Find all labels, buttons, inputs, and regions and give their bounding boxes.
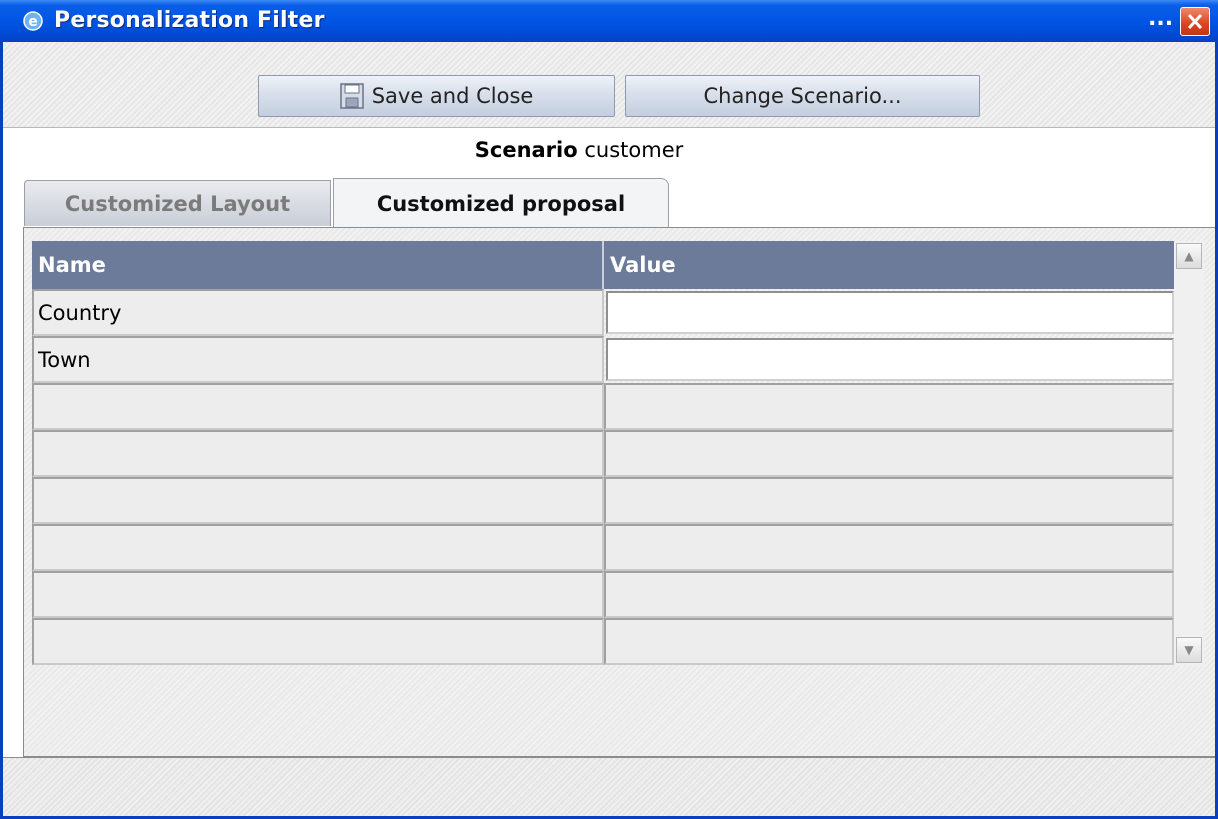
row-name-cell	[32, 571, 604, 618]
save-and-close-label: Save and Close	[371, 84, 534, 108]
scenario-label: Scenario	[474, 138, 578, 162]
tab-panel: Name Value Country Town ▲ ▼	[23, 227, 1215, 757]
personalization-grid: Name Value Country Town	[32, 241, 1174, 665]
title-overflow-dots[interactable]: ...	[1148, 6, 1173, 31]
row-value-cell	[604, 618, 1174, 665]
row-value-cell	[604, 571, 1174, 618]
table-row: Country	[32, 289, 1174, 336]
row-value-cell	[604, 524, 1174, 571]
svg-text:e: e	[28, 14, 38, 30]
scenario-indicator: Scenario customer	[3, 138, 1155, 162]
row-name-cell: Country	[32, 289, 604, 336]
table-row	[32, 477, 1174, 524]
row-name-cell	[32, 430, 604, 477]
close-icon	[1187, 13, 1203, 30]
tab-customized-layout[interactable]: Customized Layout	[24, 180, 331, 226]
toolbar: Save and Close Change Scenario...	[3, 42, 1215, 128]
window-title: Personalization Filter	[54, 8, 325, 33]
row-name-cell	[32, 477, 604, 524]
scroll-up-button[interactable]: ▲	[1176, 243, 1202, 269]
title-bar: e Personalization Filter ...	[0, 0, 1218, 42]
table-row	[32, 383, 1174, 430]
main-content: Customized Layout Customized proposal Na…	[3, 128, 1215, 757]
row-value-cell	[604, 430, 1174, 477]
floppy-disk-icon	[339, 83, 364, 109]
grid-header: Name Value	[32, 241, 1174, 289]
row-value-cell	[604, 383, 1174, 430]
row-name-cell	[32, 524, 604, 571]
row-value-cell	[604, 477, 1174, 524]
row-name-cell: Town	[32, 336, 604, 383]
table-row	[32, 618, 1174, 665]
ie-icon: e	[23, 11, 43, 31]
save-and-close-button[interactable]: Save and Close	[258, 75, 615, 117]
vertical-scrollbar[interactable]: ▲ ▼	[1174, 241, 1204, 666]
column-header-value[interactable]: Value	[604, 241, 1174, 289]
row-name-cell	[32, 383, 604, 430]
close-button[interactable]	[1180, 7, 1210, 36]
scenario-value: customer	[584, 138, 684, 162]
tab-label: Customized proposal	[376, 192, 626, 216]
tab-label: Customized Layout	[64, 191, 291, 216]
tab-customized-proposal[interactable]: Customized proposal	[333, 178, 669, 229]
town-value-input[interactable]	[606, 338, 1174, 381]
row-name-cell	[32, 618, 604, 665]
country-value-input[interactable]	[606, 291, 1174, 334]
table-row: Town	[32, 336, 1174, 383]
status-bar	[3, 757, 1215, 816]
change-scenario-button[interactable]: Change Scenario...	[625, 75, 980, 117]
arrow-up-icon: ▲	[1184, 249, 1194, 263]
table-row	[32, 430, 1174, 477]
scroll-down-button[interactable]: ▼	[1176, 637, 1202, 663]
personalization-filter-window: e Personalization Filter ... Save and Cl…	[0, 0, 1218, 819]
table-row	[32, 571, 1174, 618]
change-scenario-label: Change Scenario...	[703, 84, 902, 108]
column-header-name[interactable]: Name	[32, 241, 604, 289]
arrow-down-icon: ▼	[1184, 643, 1194, 657]
table-row	[32, 524, 1174, 571]
